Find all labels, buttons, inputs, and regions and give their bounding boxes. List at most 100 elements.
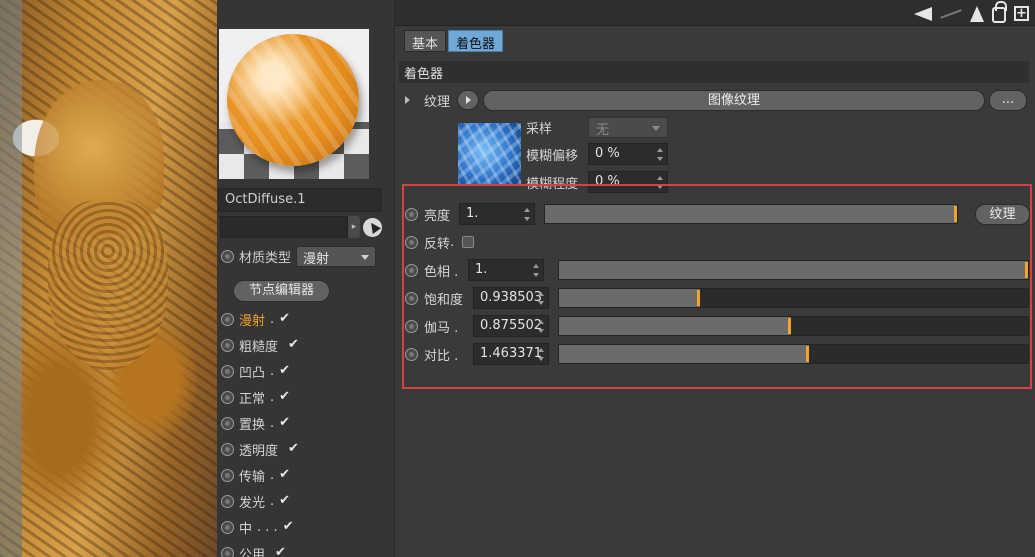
spinner-icon[interactable]	[538, 320, 544, 333]
spinner-icon[interactable]	[657, 148, 663, 161]
channel-medium[interactable]: 中 . . . ✔	[221, 514, 302, 540]
hue-radio[interactable]	[405, 263, 418, 277]
hue-value: 1.	[475, 262, 488, 277]
channel-diffuse[interactable]: 漫射 . ✔	[221, 306, 302, 332]
channel-radio[interactable]	[221, 390, 234, 404]
tab-shader[interactable]: 着色器	[448, 30, 504, 52]
channel-roughness[interactable]: 粗糙度 ✔	[221, 332, 302, 358]
checkmark-icon[interactable]: ✔	[279, 364, 293, 378]
texture-thumbnail[interactable]	[458, 123, 521, 185]
slider-knob[interactable]	[806, 346, 809, 362]
channel-radio[interactable]	[221, 520, 234, 534]
material-type-select[interactable]: 漫射	[296, 245, 377, 267]
contrast-radio[interactable]	[405, 347, 418, 361]
slider-knob[interactable]	[1025, 262, 1028, 278]
saturation-radio[interactable]	[405, 291, 418, 305]
saturation-field[interactable]: 0.938503	[473, 287, 549, 309]
expand-triangle-icon[interactable]	[405, 96, 410, 104]
gamma-field[interactable]: 0.875502	[473, 315, 549, 337]
channel-radio[interactable]	[221, 494, 234, 508]
material-type-value: 漫射	[303, 251, 330, 267]
saturation-slider[interactable]	[558, 288, 1029, 308]
hue-field[interactable]: 1.	[468, 259, 544, 281]
channel-radio[interactable]	[221, 312, 234, 326]
checkmark-icon[interactable]: ✔	[275, 546, 289, 557]
channel-radio[interactable]	[221, 546, 234, 557]
saturation-row: 饱和度 0.938503	[405, 286, 549, 310]
brightness-radio[interactable]	[405, 207, 418, 221]
tab-basic[interactable]: 基本	[404, 30, 447, 52]
checkmark-icon[interactable]: ✔	[279, 416, 293, 430]
channel-transmission[interactable]: 传输 . ✔	[221, 462, 302, 488]
tab-bar: 基本 着色器	[404, 30, 504, 52]
contrast-dots: .	[450, 348, 459, 364]
blur-scale-field[interactable]: 0 %	[588, 171, 668, 193]
statue-beard	[48, 200, 168, 370]
channel-dots: .	[270, 493, 275, 509]
image-texture-button[interactable]: 图像纹理	[483, 89, 985, 111]
channel-radio[interactable]	[221, 338, 234, 352]
channel-opacity[interactable]: 透明度 ✔	[221, 436, 302, 462]
spinner-icon[interactable]	[538, 292, 544, 305]
back-arrow-icon[interactable]	[914, 6, 932, 21]
link-field[interactable]	[220, 216, 348, 238]
slider-knob[interactable]	[697, 290, 700, 306]
gamma-slider[interactable]	[558, 316, 1029, 336]
blur-offset-label: 模糊偏移	[526, 148, 579, 164]
sampling-value: 无	[596, 122, 610, 138]
channel-dots: .	[270, 415, 275, 431]
spinner-icon[interactable]	[524, 208, 530, 221]
material-preview[interactable]	[219, 29, 369, 179]
channel-radio[interactable]	[221, 442, 234, 456]
material-name-field[interactable]: OctDiffuse.1	[218, 188, 382, 212]
channel-label: 漫射	[239, 313, 266, 329]
new-panel-icon[interactable]: +	[1014, 6, 1029, 21]
invert-label: 反转	[424, 236, 451, 252]
invert-radio[interactable]	[405, 235, 418, 249]
channel-radio[interactable]	[221, 416, 234, 430]
slider-knob[interactable]	[788, 318, 791, 334]
channel-normal[interactable]: 正常 . ✔	[221, 384, 302, 410]
checkmark-icon[interactable]: ✔	[279, 390, 293, 404]
invert-checkbox[interactable]	[462, 236, 475, 248]
slider-knob[interactable]	[954, 206, 957, 222]
contrast-field[interactable]: 1.463371	[473, 343, 549, 365]
channel-displacement[interactable]: 置换 . ✔	[221, 410, 302, 436]
blur-offset-value: 0 %	[595, 146, 620, 161]
lock-icon[interactable]	[992, 1, 1007, 23]
channel-bump[interactable]: 凹凸 . ✔	[221, 358, 302, 384]
more-button[interactable]: ...	[989, 89, 1027, 111]
blur-offset-row: 模糊偏移 0 %	[526, 143, 668, 165]
channel-emission[interactable]: 发光 . ✔	[221, 488, 302, 514]
checkmark-icon[interactable]: ✔	[288, 338, 302, 352]
channel-radio[interactable]	[221, 468, 234, 482]
blur-offset-field[interactable]: 0 %	[588, 143, 668, 165]
brightness-field[interactable]: 1.	[459, 203, 535, 225]
contrast-slider[interactable]	[558, 344, 1029, 364]
checkmark-icon[interactable]: ✔	[288, 442, 302, 456]
texture-arrow-button[interactable]	[457, 90, 479, 110]
brightness-slider[interactable]	[544, 204, 958, 224]
spinner-icon[interactable]	[533, 264, 539, 277]
slider-fill	[559, 345, 809, 363]
checkmark-icon[interactable]: ✔	[283, 520, 297, 534]
channel-label: 发光	[239, 495, 266, 511]
channel-radio[interactable]	[221, 364, 234, 378]
spinner-icon[interactable]	[538, 348, 544, 361]
brightness-texture-button[interactable]: 纹理	[975, 204, 1030, 225]
checkmark-icon[interactable]: ✔	[279, 468, 293, 482]
sampling-row: 采样 无	[526, 116, 668, 138]
checkmark-icon[interactable]: ✔	[279, 494, 293, 508]
channel-common[interactable]: 公用 ✔	[221, 540, 302, 557]
up-arrow-icon[interactable]	[970, 5, 984, 22]
gamma-label: 伽马 .	[424, 317, 473, 336]
sampling-select[interactable]: 无	[588, 116, 668, 138]
gamma-radio[interactable]	[405, 319, 418, 333]
spinner-icon[interactable]	[657, 176, 663, 189]
animate-radio[interactable]	[221, 249, 234, 263]
checkmark-icon[interactable]: ✔	[279, 312, 293, 326]
node-editor-button[interactable]: 节点编辑器	[233, 280, 330, 302]
hue-slider[interactable]	[558, 260, 1029, 280]
pick-cursor-icon[interactable]	[363, 218, 382, 237]
link-arrow-icon[interactable]: ▸	[348, 216, 360, 238]
